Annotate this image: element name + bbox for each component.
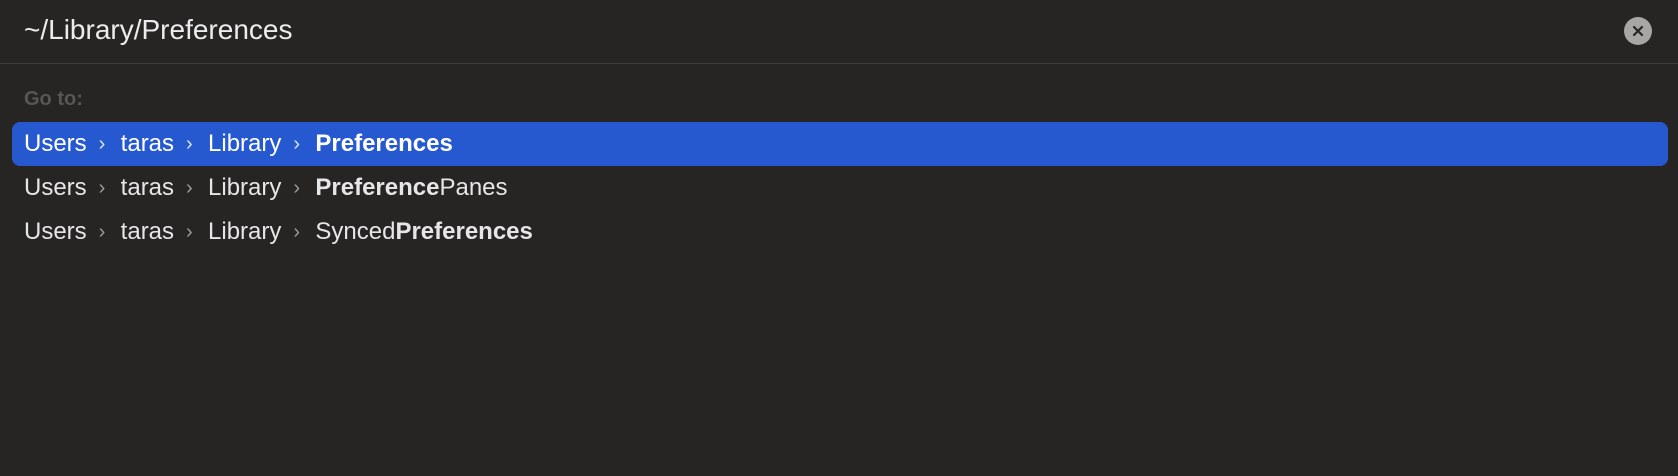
path-segment-library: Library: [208, 174, 282, 201]
leaf-match-highlight: Preferences: [315, 130, 453, 157]
leaf-match-highlight: Preference: [315, 174, 440, 201]
path-segment-library: Library: [208, 130, 282, 157]
path-search-input[interactable]: [24, 12, 1564, 48]
results-list: Users › taras › Library › Preferences Us…: [12, 122, 1668, 254]
result-row-syncedpreferences[interactable]: Users › taras › Library › Synced Preferen…: [12, 210, 1668, 254]
leaf-match-highlight: Preferences: [395, 218, 533, 245]
chevron-right-icon: ›: [186, 132, 193, 155]
path-segment-users: Users: [24, 218, 87, 245]
chevron-right-icon: ›: [186, 176, 193, 199]
path-segment-users: Users: [24, 174, 87, 201]
result-row-preferencepanes[interactable]: Users › taras › Library › Preference Pane…: [12, 166, 1668, 210]
chevron-right-icon: ›: [293, 220, 301, 243]
chevron-right-icon: ›: [186, 220, 193, 243]
path-segment-users: Users: [24, 130, 87, 157]
path-segment-user: taras: [120, 174, 175, 201]
result-row-preferences[interactable]: Users › taras › Library › Preferences: [12, 122, 1668, 166]
path-segment-user: taras: [120, 130, 175, 157]
close-icon: [1632, 25, 1644, 37]
search-bar: [0, 0, 1678, 64]
leaf-prefix: Synced: [315, 218, 396, 245]
path-segment-library: Library: [208, 218, 282, 245]
chevron-right-icon: ›: [98, 220, 106, 243]
go-to-label: Go to:: [24, 88, 83, 110]
chevron-right-icon: ›: [293, 132, 301, 155]
chevron-right-icon: ›: [293, 176, 301, 199]
leaf-suffix: Panes: [439, 174, 508, 201]
clear-search-button[interactable]: [1624, 17, 1652, 45]
chevron-right-icon: ›: [98, 132, 106, 155]
path-segment-user: taras: [120, 218, 175, 245]
chevron-right-icon: ›: [98, 176, 106, 199]
